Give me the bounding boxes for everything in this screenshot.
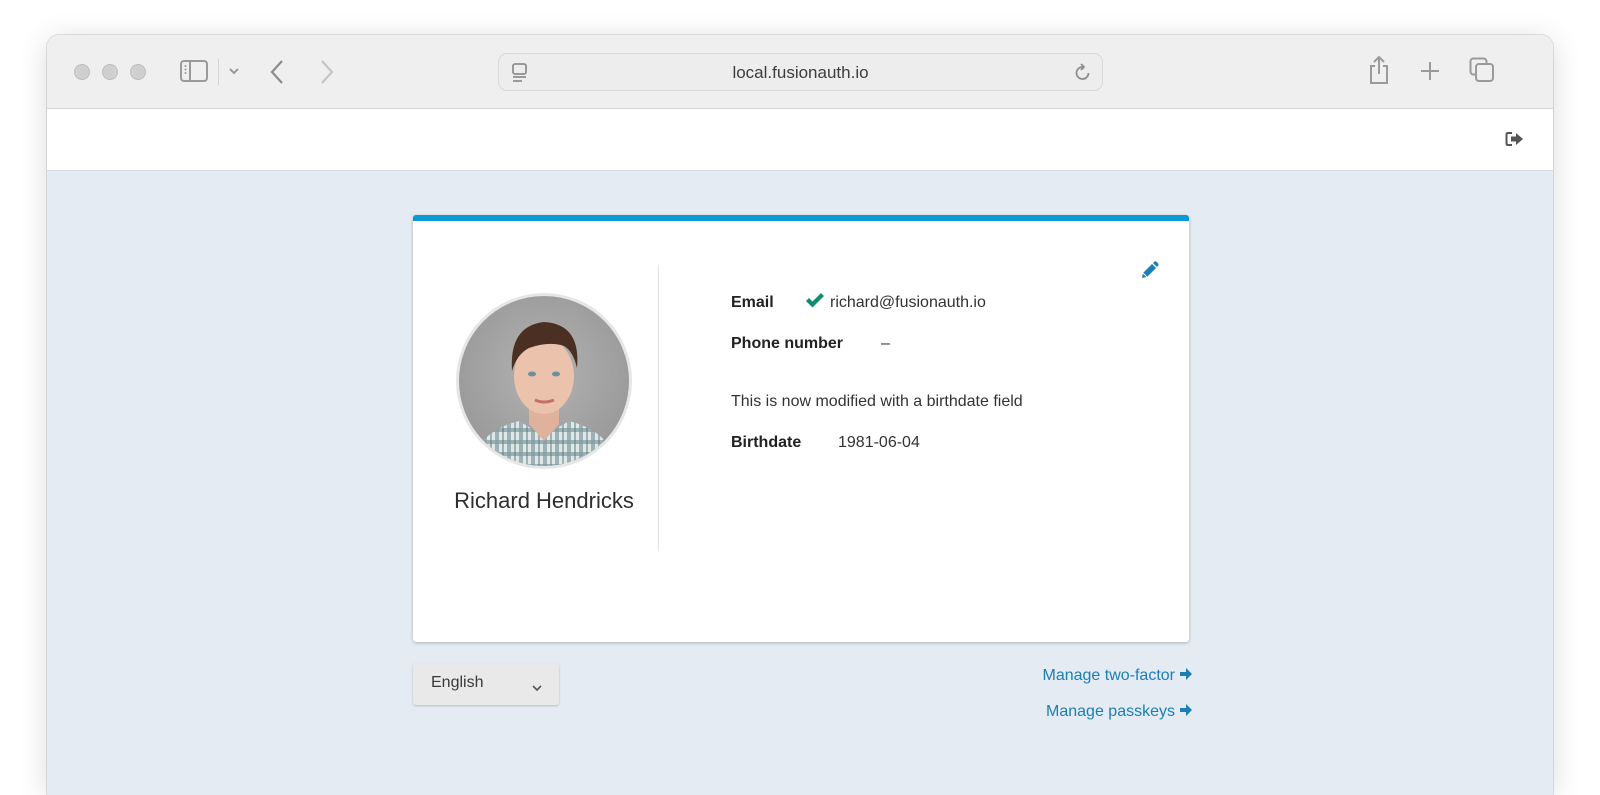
profile-summary: Richard Hendricks bbox=[413, 265, 659, 551]
forward-button[interactable] bbox=[319, 59, 335, 85]
email-row: Email richard@fusionauth.io bbox=[731, 293, 986, 314]
profile-note: This is now modified with a birthdate fi… bbox=[731, 393, 1023, 410]
manage-passkeys-label: Manage passkeys bbox=[1046, 703, 1175, 720]
arrow-right-icon bbox=[1179, 703, 1193, 722]
phone-value: – bbox=[881, 335, 890, 352]
user-name: Richard Hendricks bbox=[454, 488, 634, 513]
window-close-button[interactable] bbox=[74, 64, 90, 80]
app-header bbox=[47, 109, 1553, 171]
phone-row: Phone number – bbox=[731, 335, 890, 353]
window-minimize-button[interactable] bbox=[102, 64, 118, 80]
back-button[interactable] bbox=[269, 59, 285, 85]
verified-check-icon bbox=[805, 293, 825, 314]
address-bar[interactable]: local.fusionauth.io bbox=[498, 53, 1103, 91]
profile-card: Richard Hendricks Email richard@fusionaut… bbox=[413, 215, 1189, 642]
avatar bbox=[456, 293, 632, 469]
browser-toolbar: local.fusionauth.io bbox=[47, 35, 1553, 109]
birthdate-value: 1981-06-04 bbox=[838, 434, 920, 451]
url-text[interactable]: local.fusionauth.io bbox=[499, 63, 1102, 83]
manage-two-factor-link[interactable]: Manage two-factor bbox=[1042, 667, 1193, 686]
new-tab-button[interactable] bbox=[1420, 61, 1440, 81]
phone-label: Phone number bbox=[731, 335, 844, 352]
browser-window: local.fusionauth.io Richard Hendricks Em… bbox=[47, 35, 1553, 795]
chevron-down-icon[interactable] bbox=[228, 67, 240, 75]
manage-two-factor-label: Manage two-factor bbox=[1042, 667, 1175, 684]
share-icon[interactable] bbox=[1368, 55, 1390, 85]
email-label: Email bbox=[731, 294, 774, 311]
birthdate-row: Birthdate 1981-06-04 bbox=[731, 434, 920, 452]
manage-passkeys-link[interactable]: Manage passkeys bbox=[1046, 703, 1193, 722]
sign-out-icon[interactable] bbox=[1505, 131, 1525, 152]
reload-icon[interactable] bbox=[1074, 62, 1092, 87]
birthdate-label: Birthdate bbox=[731, 434, 802, 451]
tabs-overview-icon[interactable] bbox=[1469, 57, 1495, 83]
arrow-right-icon bbox=[1179, 667, 1193, 686]
language-select[interactable]: English bbox=[413, 663, 559, 705]
chevron-down-icon bbox=[531, 679, 543, 697]
pencil-icon[interactable] bbox=[1139, 261, 1159, 286]
sidebar-icon[interactable] bbox=[180, 60, 208, 82]
toolbar-divider bbox=[218, 59, 219, 85]
email-value: richard@fusionauth.io bbox=[830, 294, 986, 311]
language-selected: English bbox=[431, 674, 484, 691]
window-maximize-button[interactable] bbox=[130, 64, 146, 80]
content-area: Richard Hendricks Email richard@fusionaut… bbox=[47, 171, 1553, 795]
